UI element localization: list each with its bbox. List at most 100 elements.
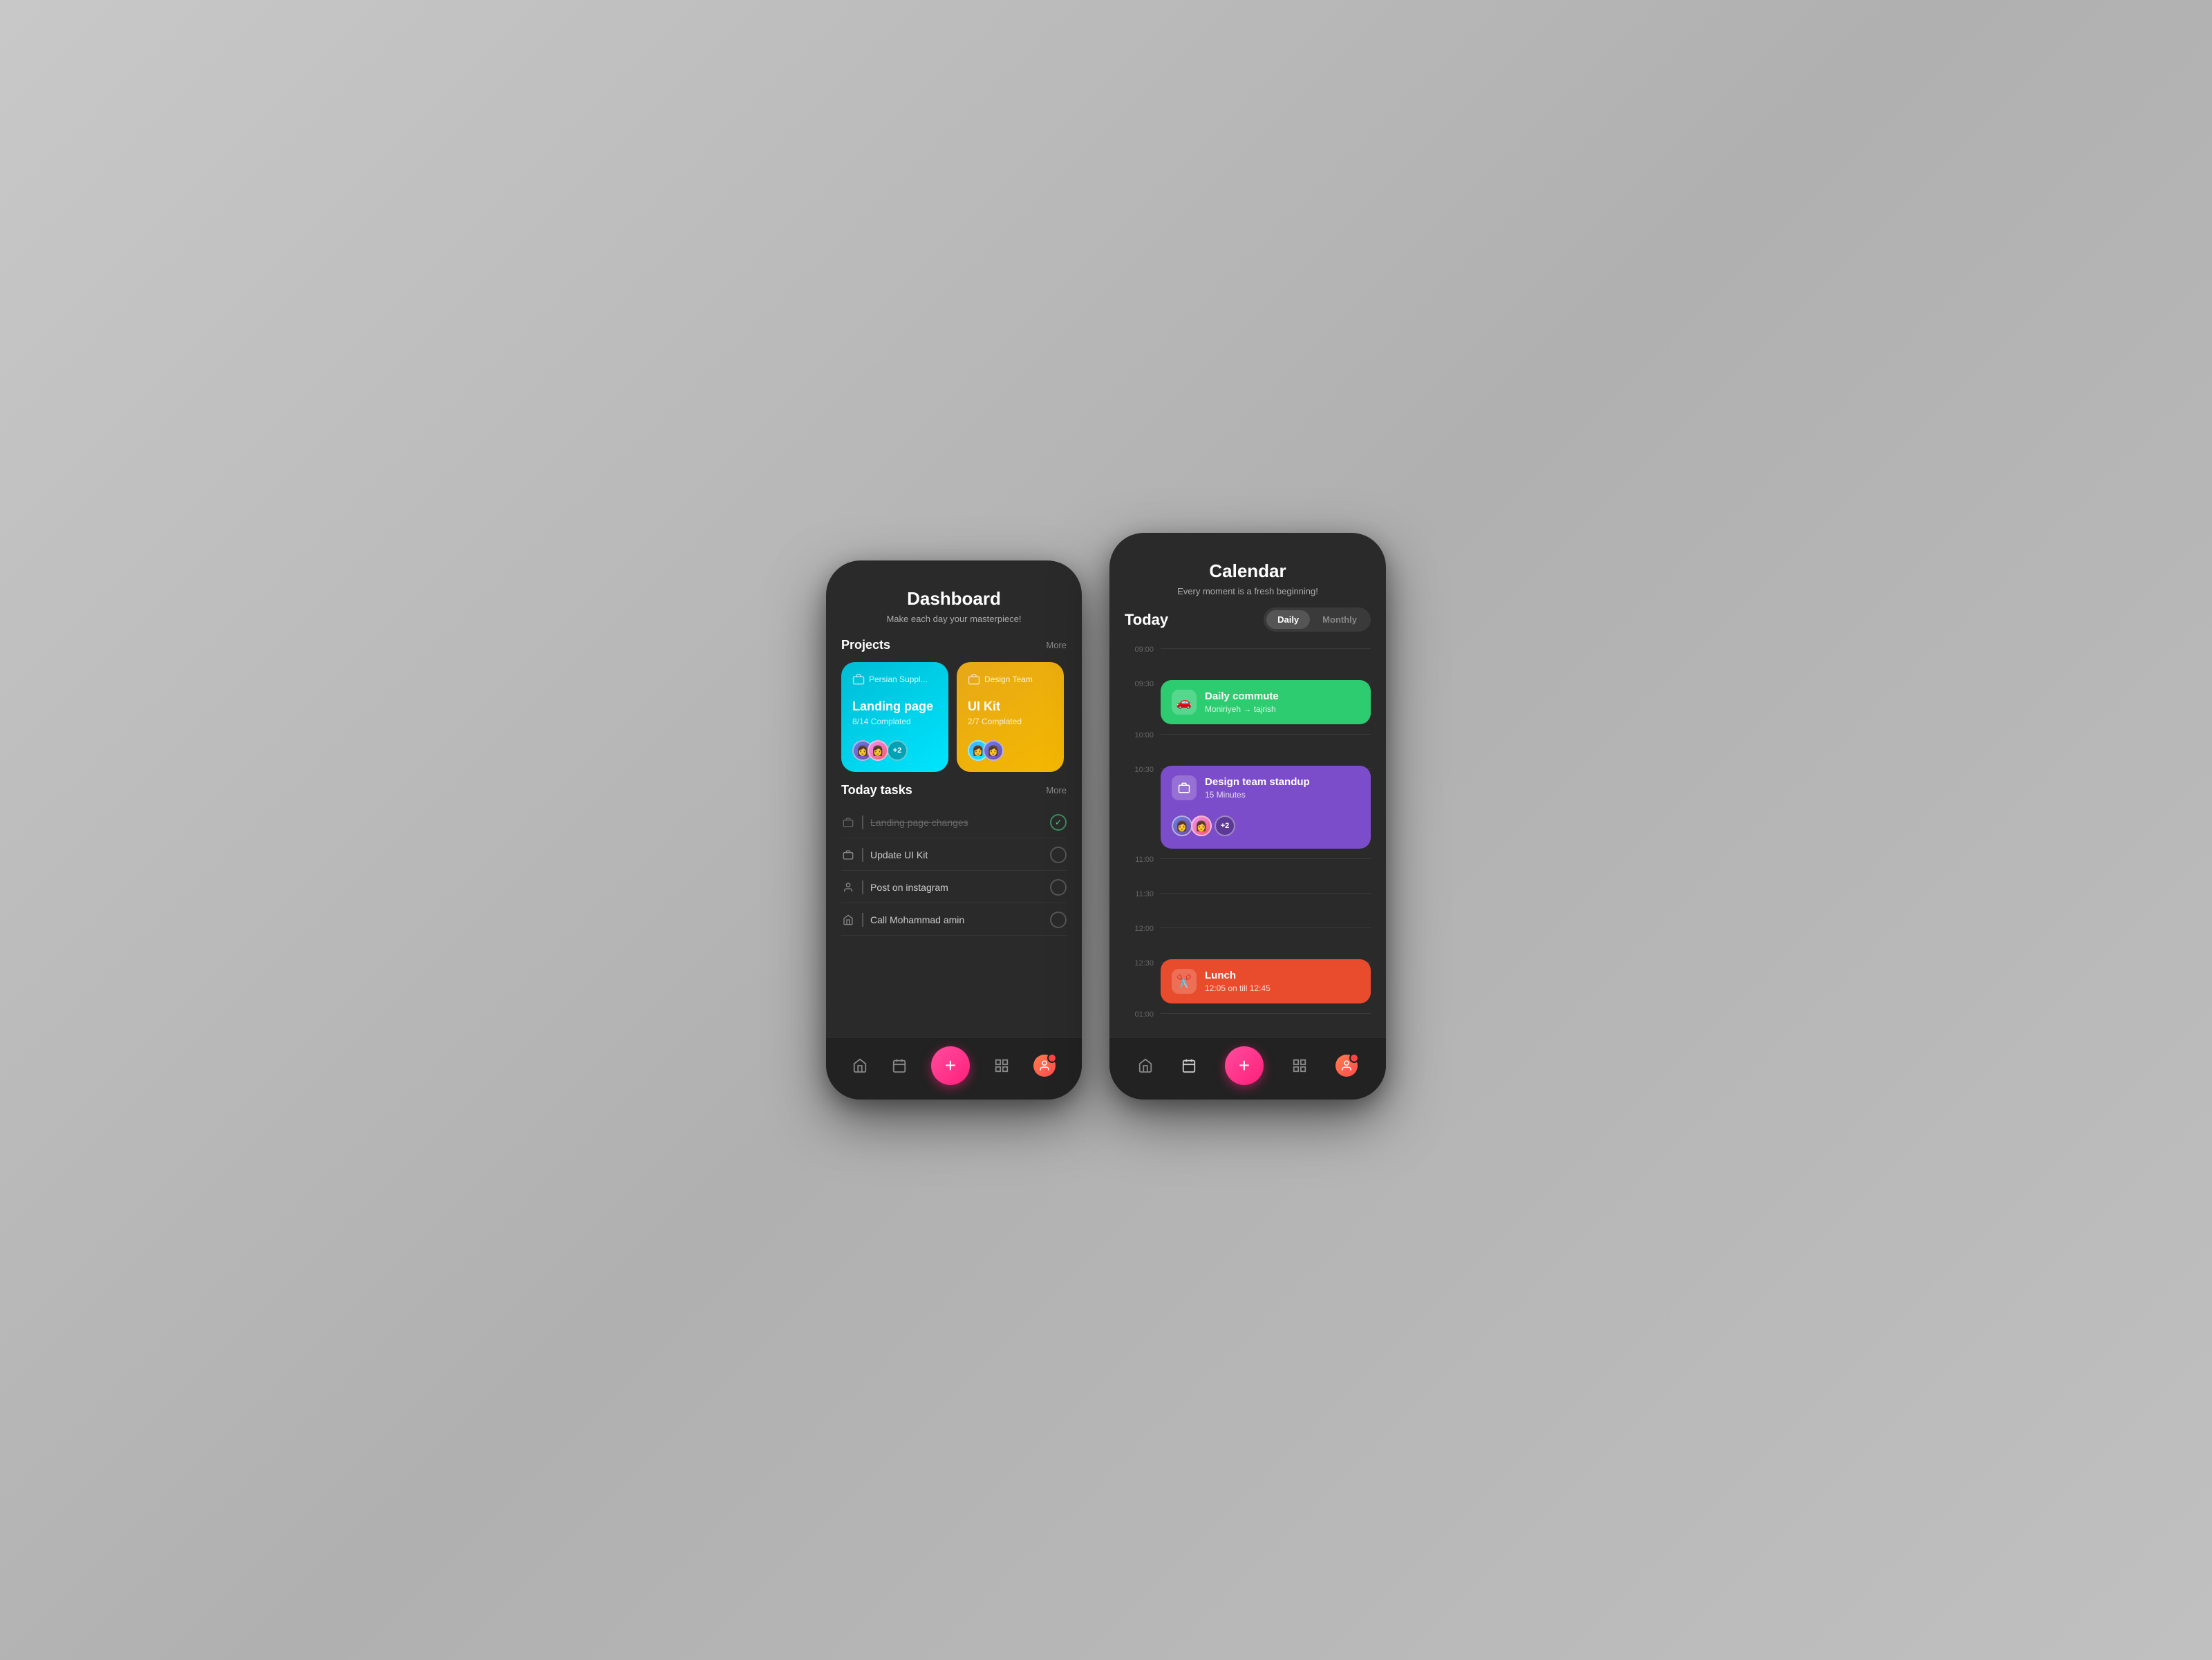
tasks-list: Landing page changes ✓ Update UI Kit (841, 807, 1067, 936)
task-divider-0 (862, 815, 863, 829)
briefcase-icon-uikit (968, 673, 980, 686)
dashboard-title: Dashboard (840, 588, 1068, 610)
nav-calendar[interactable] (892, 1058, 907, 1073)
event-title-standup: Design team standup (1205, 776, 1360, 788)
dashboard-header: Dashboard Make each day your masterpiece… (826, 560, 1082, 638)
card-progress-landing: 8/14 Complated (852, 717, 937, 726)
card-top-landing: Persian Suppl... (852, 673, 937, 686)
time-label-1100: 11:00 (1125, 853, 1154, 864)
event-subtitle-lunch: 12:05 on till 12:45 (1205, 983, 1360, 993)
avatar-2: 👩 (868, 740, 888, 761)
time-line-area-1100 (1161, 853, 1371, 856)
task-divider-2 (862, 880, 863, 894)
dashboard-content: Dashboard Make each day your masterpiece… (826, 560, 1082, 1037)
add-icon: + (945, 1055, 956, 1077)
project-card-uikit[interactable]: Design Team UI Kit 2/7 Complated 👩 👩 (957, 662, 1064, 772)
toggle-daily[interactable]: Daily (1266, 610, 1310, 629)
card-team-landing: Persian Suppl... (869, 675, 928, 684)
card-avatars-uikit: 👩 👩 (968, 740, 1053, 761)
task-check-1[interactable] (1050, 847, 1067, 863)
calendar-content: Calendar Every moment is a fresh beginni… (1109, 533, 1386, 1037)
cal-nav-profile[interactable] (1335, 1055, 1358, 1077)
time-line-area-1000 (1161, 728, 1371, 731)
time-line-1200 (1161, 927, 1371, 928)
time-row-0100: 01:00 (1125, 1008, 1371, 1037)
task-item-0[interactable]: Landing page changes ✓ (841, 807, 1067, 838)
calendar-phone: Calendar Every moment is a fresh beginni… (1109, 533, 1386, 1100)
time-label-1030: 10:30 (1125, 763, 1154, 774)
task-icon-2 (841, 880, 855, 894)
task-check-3[interactable] (1050, 912, 1067, 928)
event-lunch[interactable]: ✂️ Lunch 12:05 on till 12:45 (1161, 959, 1371, 1003)
task-label-3: Call Mohammad amin (870, 914, 1043, 925)
card-title-uikit: UI Kit (968, 699, 1053, 714)
event-icon-commute: 🚗 (1172, 690, 1197, 715)
time-row-0930: 09:30 🚗 Daily commute Moniriyeh → tajris… (1125, 677, 1371, 728)
calendar-today-label: Today (1125, 611, 1168, 629)
time-line-1000 (1161, 734, 1371, 735)
time-row-0900: 09:00 (1125, 643, 1371, 677)
dashboard-phone: Dashboard Make each day your masterpiece… (826, 560, 1082, 1100)
timeline: 09:00 09:30 🚗 Daily commute (1109, 643, 1386, 1037)
time-label-1000: 10:00 (1125, 728, 1154, 739)
tasks-section: Today tasks More Landing page changes (826, 783, 1082, 947)
toggle-monthly[interactable]: Monthly (1311, 610, 1368, 629)
task-item-3[interactable]: Call Mohammad amin (841, 905, 1067, 936)
time-row-1230: 12:30 ✂️ Lunch 12:05 on till 12:45 (1125, 956, 1371, 1008)
time-label-0930: 09:30 (1125, 677, 1154, 688)
time-row-1030: 10:30 (1125, 763, 1371, 853)
tasks-label: Today tasks (841, 783, 912, 798)
time-row-1000: 10:00 (1125, 728, 1371, 763)
standup-avatar-count: +2 (1215, 815, 1235, 836)
projects-label: Projects (841, 638, 890, 652)
projects-more[interactable]: More (1046, 640, 1067, 650)
cal-nav-add-button[interactable]: + (1225, 1046, 1264, 1085)
nav-add-button[interactable]: + (931, 1046, 970, 1085)
time-line-1100 (1161, 858, 1371, 859)
card-team-uikit: Design Team (984, 675, 1033, 684)
dashboard-bottom-nav: + (826, 1037, 1082, 1100)
time-row-1200: 12:00 (1125, 922, 1371, 956)
time-line-area-1200 (1161, 922, 1371, 925)
event-design-standup[interactable]: Design team standup 15 Minutes 👩 👩 +2 (1161, 766, 1371, 849)
standup-avatar-1: 👩 (1172, 815, 1192, 836)
task-icon-1 (841, 848, 855, 862)
event-title-commute: Daily commute (1205, 690, 1360, 702)
time-label-0100: 01:00 (1125, 1008, 1154, 1019)
purple-top: Design team standup 15 Minutes (1172, 775, 1360, 800)
briefcase-icon-landing (852, 673, 865, 686)
time-line-0900 (1161, 648, 1371, 649)
phones-container: Dashboard Make each day your masterpiece… (826, 560, 1386, 1100)
project-card-landing[interactable]: Persian Suppl... Landing page 8/14 Compl… (841, 662, 948, 772)
time-label-0900: 09:00 (1125, 643, 1154, 654)
calendar-toggle: Daily Monthly (1264, 607, 1371, 632)
time-label-1230: 12:30 (1125, 956, 1154, 968)
event-daily-commute[interactable]: 🚗 Daily commute Moniriyeh → tajrish (1161, 680, 1371, 724)
time-label-1200: 12:00 (1125, 922, 1154, 933)
nav-home[interactable] (852, 1058, 868, 1073)
time-line-area-0930: 🚗 Daily commute Moniriyeh → tajrish (1161, 677, 1371, 728)
project-cards-list: Persian Suppl... Landing page 8/14 Compl… (841, 662, 1067, 772)
time-line-1130 (1161, 893, 1371, 894)
nav-profile[interactable] (1033, 1055, 1056, 1077)
event-info-commute: Daily commute Moniriyeh → tajrish (1205, 690, 1360, 714)
card-avatars-landing: 👩 👩 +2 (852, 740, 937, 761)
time-line-area-1130 (1161, 887, 1371, 890)
time-line-0100 (1161, 1013, 1371, 1014)
avatar-4: 👩 (983, 740, 1004, 761)
task-check-0[interactable]: ✓ (1050, 814, 1067, 831)
tasks-more[interactable]: More (1046, 785, 1067, 795)
time-row-1100: 11:00 (1125, 853, 1371, 887)
calendar-bottom-nav: + (1109, 1037, 1386, 1100)
task-item-2[interactable]: Post on instagram (841, 872, 1067, 903)
nav-grid[interactable] (994, 1058, 1009, 1073)
task-item-1[interactable]: Update UI Kit (841, 840, 1067, 871)
cal-nav-calendar[interactable] (1181, 1058, 1197, 1073)
cal-nav-home[interactable] (1138, 1058, 1153, 1073)
event-info-lunch: Lunch 12:05 on till 12:45 (1205, 970, 1360, 993)
event-subtitle-standup: 15 Minutes (1205, 790, 1360, 800)
task-check-2[interactable] (1050, 879, 1067, 896)
cal-nav-grid[interactable] (1292, 1058, 1307, 1073)
event-subtitle-commute: Moniriyeh → tajrish (1205, 704, 1360, 714)
task-icon-3 (841, 913, 855, 927)
